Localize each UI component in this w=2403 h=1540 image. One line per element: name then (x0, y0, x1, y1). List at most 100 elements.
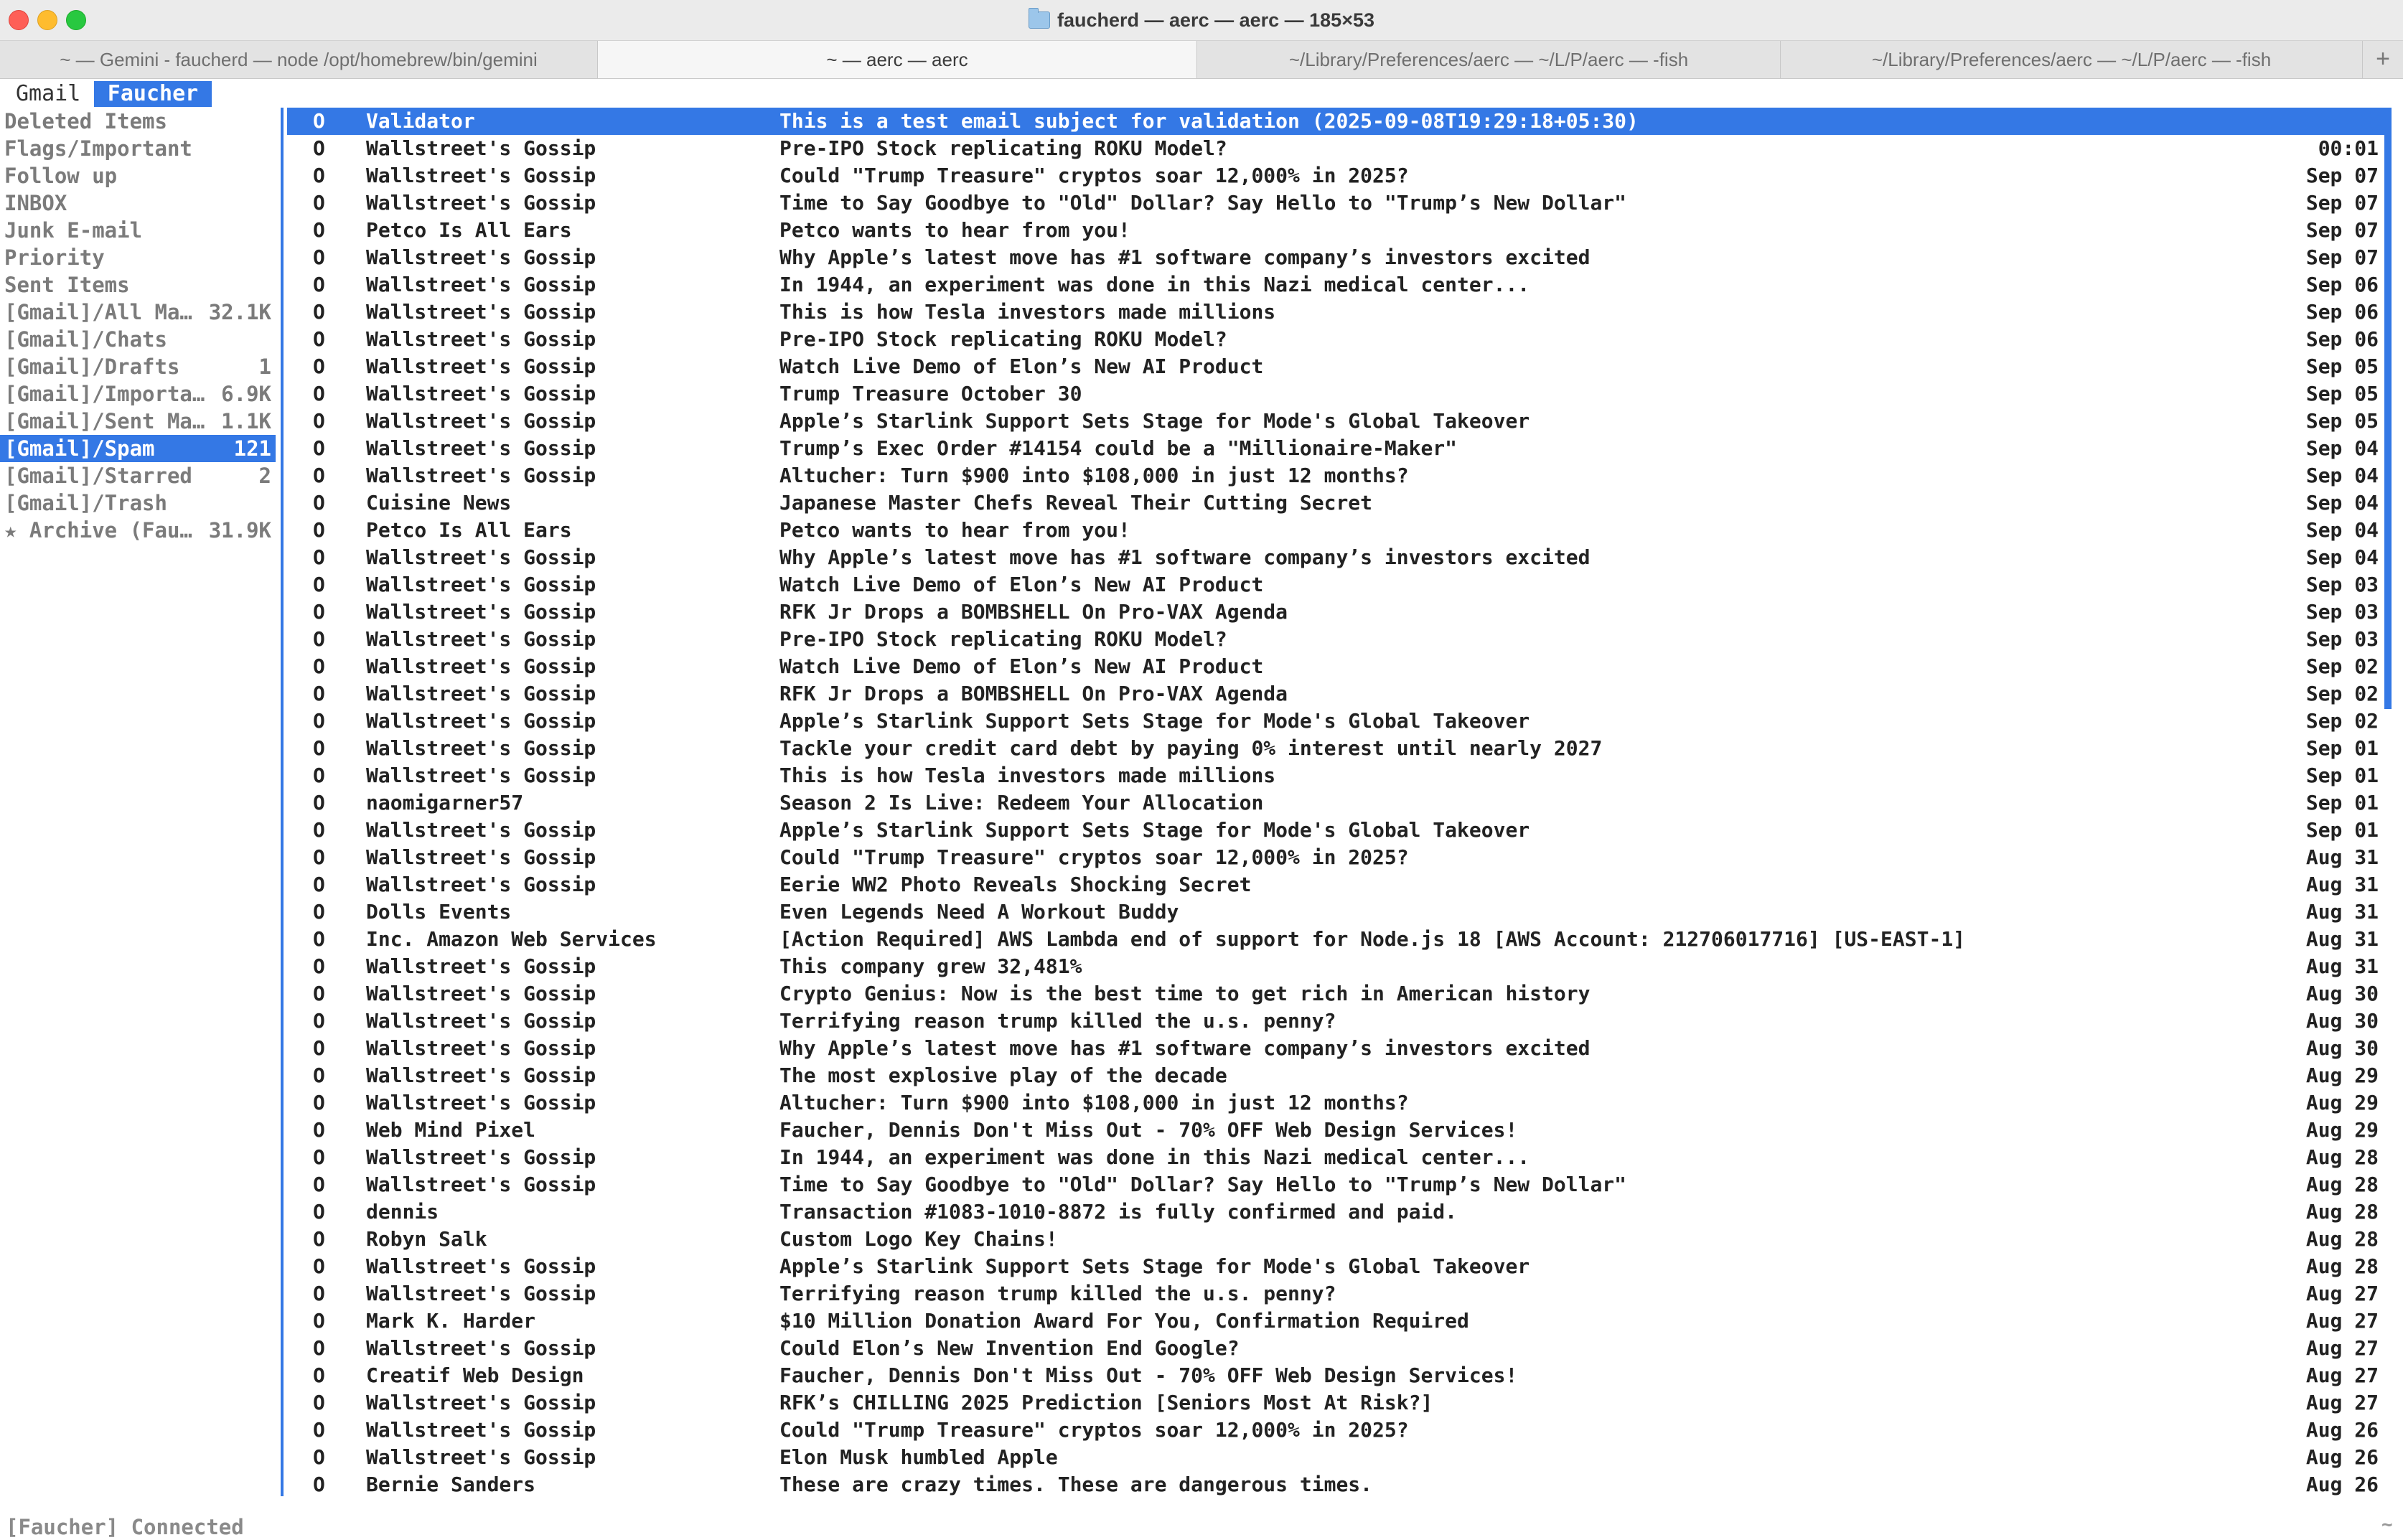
folder-item[interactable]: [Gmail]/Sent Ma… 1.1K (0, 408, 276, 435)
message-row[interactable]: O Mark K. Harder $10 Million Donation Awar… (287, 1307, 2384, 1335)
folder-item[interactable]: [Gmail]/Starred 2 (0, 462, 276, 489)
message-row[interactable]: O Wallstreet's Gossip Pre-IPO Stock replic… (287, 626, 2384, 653)
folder-item[interactable]: [Gmail]/All Ma… 32.1K (0, 299, 276, 326)
message-row[interactable]: O Wallstreet's Gossip Could "Trump Treasur… (287, 1417, 2384, 1444)
message-sender: Wallstreet's Gossip (366, 764, 596, 787)
message-sender: Wallstreet's Gossip (366, 627, 596, 651)
account-tab-gmail[interactable]: Gmail (16, 81, 80, 107)
message-row[interactable]: O Wallstreet's Gossip Watch Live Demo of E… (287, 653, 2384, 680)
message-date: Sep 06 (2305, 327, 2379, 351)
message-row[interactable]: O Wallstreet's Gossip Terrifying reason tr… (287, 1008, 2384, 1035)
message-sender: Cuisine News (366, 491, 512, 515)
message-row[interactable]: O Wallstreet's Gossip RFK’s CHILLING 2025 … (287, 1389, 2384, 1417)
folder-item[interactable]: Follow up (0, 162, 276, 189)
message-row[interactable]: O Wallstreet's Gossip Why Apple’s latest m… (287, 544, 2384, 571)
message-row[interactable]: O Wallstreet's Gossip Apple’s Starlink Sup… (287, 408, 2384, 435)
message-row[interactable]: O Robyn Salk Custom Logo Key Chains! Aug 28 (287, 1226, 2384, 1253)
message-row[interactable]: O Wallstreet's Gossip This company grew 32… (287, 953, 2384, 980)
message-subject: Could "Trump Treasure" cryptos soar 12,0… (779, 164, 1409, 187)
message-row[interactable]: O Wallstreet's Gossip Terrifying reason tr… (287, 1280, 2384, 1307)
folder-item[interactable]: Sent Items (0, 271, 276, 299)
message-row[interactable]: O Web Mind Pixel Faucher, Dennis Don't Mis… (287, 1117, 2384, 1144)
message-row[interactable]: O Wallstreet's Gossip In 1944, an experime… (287, 1144, 2384, 1171)
message-row[interactable]: O Wallstreet's Gossip Apple’s Starlink Sup… (287, 708, 2384, 735)
folder-item[interactable]: [Gmail]/Trash (0, 489, 276, 517)
message-row[interactable]: O Wallstreet's Gossip Watch Live Demo of E… (287, 353, 2384, 380)
message-row[interactable]: O Wallstreet's Gossip Altucher: Turn $900 … (287, 462, 2384, 489)
message-row[interactable]: O Wallstreet's Gossip Elon Musk humbled Ap… (287, 1444, 2384, 1471)
message-row[interactable]: O Wallstreet's Gossip In 1944, an experime… (287, 271, 2384, 299)
message-row[interactable]: O Wallstreet's Gossip This is how Tesla in… (287, 762, 2384, 789)
message-subject: Custom Logo Key Chains! (779, 1227, 1058, 1251)
message-row[interactable]: O Creatif Web Design Faucher, Dennis Don't… (287, 1362, 2384, 1389)
message-row[interactable]: O Wallstreet's Gossip Trump Treasure Octob… (287, 380, 2384, 408)
message-row[interactable]: O Wallstreet's Gossip Trump’s Exec Order #… (287, 435, 2384, 462)
message-row[interactable]: O Inc. Amazon Web Services [Action Require… (287, 926, 2384, 953)
message-subject: Watch Live Demo of Elon’s New AI Product (779, 573, 1264, 596)
folder-item[interactable]: [Gmail]/Spam 121 (0, 435, 276, 462)
message-date: Aug 28 (2305, 1173, 2379, 1196)
folder-item[interactable]: ★ Archive (Fau… 31.9K (0, 517, 276, 544)
tab-fish-1[interactable]: ~/Library/Preferences/aerc — ~/L/P/aerc … (1197, 41, 1781, 78)
message-date: Aug 28 (2305, 1145, 2379, 1169)
message-row[interactable]: O Wallstreet's Gossip Altucher: Turn $900 … (287, 1089, 2384, 1117)
message-date: Aug 30 (2305, 1009, 2379, 1033)
account-tab-faucher[interactable]: Faucher (94, 81, 212, 107)
message-sender: Wallstreet's Gossip (366, 164, 596, 187)
message-row[interactable]: O Wallstreet's Gossip Crypto Genius: Now i… (287, 980, 2384, 1008)
folder-name: INBOX (4, 191, 67, 215)
message-flag: O (313, 873, 325, 896)
message-row[interactable]: O Validator This is a test email subject f… (287, 108, 2384, 135)
message-sender: Wallstreet's Gossip (366, 873, 596, 896)
message-row[interactable]: O Bernie Sanders These are crazy times. Th… (287, 1471, 2384, 1498)
message-row[interactable]: O Wallstreet's Gossip Why Apple’s latest m… (287, 1035, 2384, 1062)
folder-item[interactable]: [Gmail]/Importa… 6.9K (0, 380, 276, 408)
message-subject: Elon Musk humbled Apple (779, 1445, 1058, 1469)
message-row[interactable]: O Petco Is All Ears Petco wants to hear fr… (287, 217, 2384, 244)
message-date: Sep 01 (2305, 736, 2379, 760)
message-row[interactable]: O Wallstreet's Gossip RFK Jr Drops a BOMBS… (287, 680, 2384, 708)
message-row[interactable]: O Wallstreet's Gossip Apple’s Starlink Sup… (287, 817, 2384, 844)
folder-item[interactable]: Deleted Items (0, 108, 276, 135)
folder-item[interactable]: [Gmail]/Drafts 1 (0, 353, 276, 380)
message-date: Sep 01 (2305, 818, 2379, 842)
message-row[interactable]: O Wallstreet's Gossip Apple’s Starlink Sup… (287, 1253, 2384, 1280)
message-row[interactable]: O Wallstreet's Gossip Pre-IPO Stock replic… (287, 135, 2384, 162)
message-row[interactable]: O Wallstreet's Gossip Time to Say Goodbye … (287, 1171, 2384, 1198)
folder-item[interactable]: INBOX (0, 189, 276, 217)
folder-item[interactable]: Flags/Important (0, 135, 276, 162)
folder-item[interactable]: [Gmail]/Chats (0, 326, 276, 353)
message-row[interactable]: O Wallstreet's Gossip Pre-IPO Stock replic… (287, 326, 2384, 353)
message-sender: Wallstreet's Gossip (366, 1391, 596, 1414)
tab-fish-2[interactable]: ~/Library/Preferences/aerc — ~/L/P/aerc … (1781, 41, 2363, 78)
message-row[interactable]: O Wallstreet's Gossip Could Elon’s New Inv… (287, 1335, 2384, 1362)
tab-gemini[interactable]: ~ — Gemini - faucherd — node /opt/homebr… (0, 41, 598, 78)
message-row[interactable]: O Wallstreet's Gossip Tackle your credit c… (287, 735, 2384, 762)
message-date: Sep 07 (2305, 191, 2379, 215)
message-row[interactable]: O Wallstreet's Gossip Eerie WW2 Photo Reve… (287, 871, 2384, 898)
message-row[interactable]: O Wallstreet's Gossip This is how Tesla in… (287, 299, 2384, 326)
message-row[interactable]: O Cuisine News Japanese Master Chefs Revea… (287, 489, 2384, 517)
message-row[interactable]: O Petco Is All Ears Petco wants to hear fr… (287, 517, 2384, 544)
folder-item[interactable]: Junk E-mail (0, 217, 276, 244)
message-date: Aug 28 (2305, 1200, 2379, 1224)
scrollbar[interactable] (2384, 108, 2392, 709)
message-row[interactable]: O Wallstreet's Gossip Watch Live Demo of E… (287, 571, 2384, 598)
folder-item[interactable]: Priority (0, 244, 276, 271)
message-row[interactable]: O Wallstreet's Gossip RFK Jr Drops a BOMBS… (287, 598, 2384, 626)
message-flag: O (313, 109, 325, 133)
message-row[interactable]: O Wallstreet's Gossip The most explosive p… (287, 1062, 2384, 1089)
message-row[interactable]: O Dolls Events Even Legends Need A Workout… (287, 898, 2384, 926)
message-row[interactable]: Onaomigarner57 Season 2 Is Live: Redeem Y… (287, 789, 2384, 817)
message-row[interactable]: O Wallstreet's Gossip Could "Trump Treasur… (287, 844, 2384, 871)
message-flag: O (313, 927, 325, 951)
new-tab-button[interactable]: + (2363, 41, 2403, 78)
message-row[interactable]: O Wallstreet's Gossip Why Apple’s latest m… (287, 244, 2384, 271)
tab-aerc[interactable]: ~ — aerc — aerc (598, 41, 1197, 78)
message-row[interactable]: O Wallstreet's Gossip Could "Trump Treasur… (287, 162, 2384, 189)
message-sender: Wallstreet's Gossip (366, 573, 596, 596)
message-subject: Crypto Genius: Now is the best time to g… (779, 982, 1591, 1005)
message-flag: O (313, 300, 325, 324)
message-row[interactable]: O Wallstreet's Gossip Time to Say Goodbye … (287, 189, 2384, 217)
message-row[interactable]: Odennis Transaction #1083-1010-8872 is fu… (287, 1198, 2384, 1226)
